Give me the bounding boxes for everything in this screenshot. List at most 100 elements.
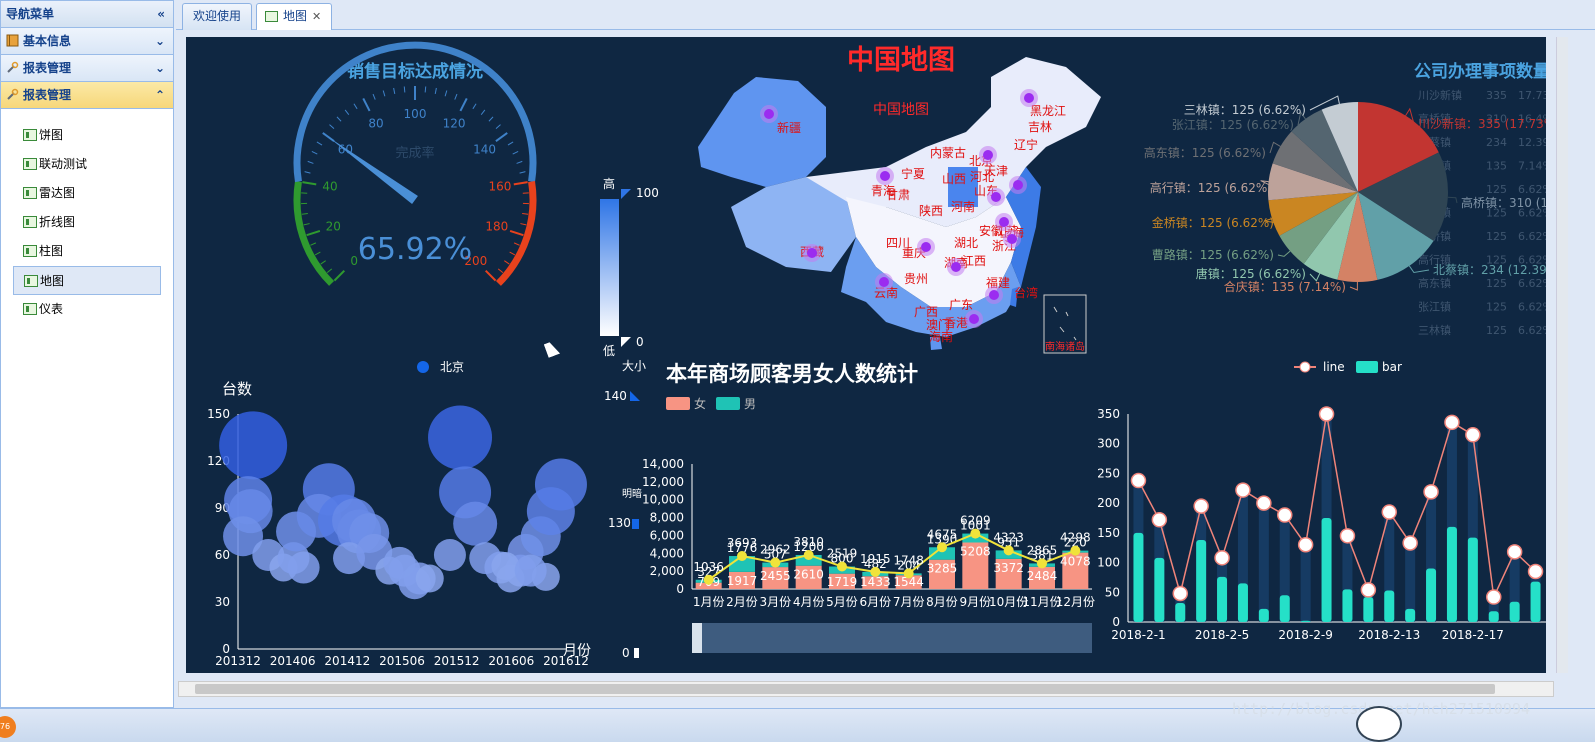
data-bar[interactable] [1446, 526, 1457, 622]
line-point[interactable] [1151, 512, 1168, 528]
line-point[interactable] [1465, 427, 1481, 443]
bubble-point[interactable] [287, 551, 320, 584]
data-bar[interactable] [1154, 557, 1165, 622]
data-bar[interactable] [1279, 595, 1290, 622]
scroll-thumb[interactable] [195, 684, 1495, 694]
visualmap-high-handle[interactable] [621, 189, 631, 199]
province-label[interactable]: 黑龙江 [1030, 104, 1066, 118]
map-marker[interactable] [764, 109, 774, 119]
province-label[interactable]: 贵州 [904, 272, 928, 286]
data-bar[interactable] [1467, 537, 1478, 622]
line-point[interactable] [1486, 589, 1502, 605]
map-marker[interactable] [1013, 180, 1023, 190]
collapse-chevron-icon[interactable]: ⌃ [155, 82, 165, 108]
data-bar[interactable] [1321, 518, 1332, 622]
size-visualmap-handle[interactable] [630, 391, 640, 401]
menu-item-bar[interactable]: 柱图 [13, 237, 161, 266]
map-visualmap-bar[interactable] [600, 199, 619, 336]
legend-label[interactable]: bar [1382, 360, 1402, 374]
province-label[interactable]: 河北 [970, 170, 994, 184]
legend-label[interactable]: 女 [694, 396, 706, 411]
total-point[interactable] [737, 551, 747, 562]
accordion-report-1[interactable]: 报表管理 ⌄ [1, 55, 173, 82]
tab-map[interactable]: 地图 ✕ [256, 3, 333, 30]
line-point[interactable] [1527, 563, 1544, 580]
province-label[interactable]: 新疆 [777, 120, 801, 135]
data-bar[interactable] [1384, 590, 1395, 622]
line-point[interactable] [1423, 484, 1439, 500]
line-point[interactable] [1339, 528, 1356, 544]
legend-marker[interactable] [417, 361, 429, 373]
bubble-point[interactable] [433, 539, 466, 571]
line-point[interactable] [1214, 550, 1230, 566]
map-marker[interactable] [999, 217, 1009, 227]
menu-item-map[interactable]: 地图 [13, 266, 161, 295]
map-marker[interactable] [880, 171, 890, 181]
accordion-report-2[interactable]: 报表管理 ⌃ [1, 82, 173, 109]
total-point[interactable] [903, 568, 914, 579]
province-label[interactable]: 宁夏 [901, 166, 925, 181]
line-point[interactable] [1360, 582, 1377, 598]
total-point[interactable] [1003, 545, 1014, 556]
line-point[interactable] [1381, 504, 1397, 520]
map-marker[interactable] [969, 314, 979, 324]
shade-visualmap-low-handle[interactable] [634, 648, 639, 658]
map-marker[interactable] [991, 192, 1001, 202]
menu-item-radar[interactable]: 雷达图 [13, 179, 161, 208]
data-bar[interactable] [1426, 568, 1437, 622]
map-marker[interactable] [879, 277, 889, 287]
total-point[interactable] [837, 561, 847, 572]
expand-chevron-icon[interactable]: ⌄ [155, 55, 165, 81]
data-bar[interactable] [1405, 608, 1416, 622]
province-label[interactable]: 台湾 [1014, 285, 1038, 300]
legend-bar-marker[interactable] [1356, 361, 1378, 373]
total-point[interactable] [970, 528, 981, 539]
data-bar[interactable] [1509, 601, 1520, 622]
menu-item-line[interactable]: 折线图 [13, 208, 161, 237]
tab-welcome[interactable]: 欢迎使用 [182, 3, 253, 30]
data-bar[interactable] [1342, 589, 1353, 622]
province-label[interactable]: 内蒙古 [930, 145, 966, 160]
data-bar[interactable] [1133, 532, 1144, 622]
collapse-sidebar-icon[interactable]: « [157, 1, 165, 27]
menu-item-linkage[interactable]: 联动测试 [13, 150, 161, 179]
province-label[interactable]: 山西 [942, 172, 966, 186]
total-point[interactable] [1037, 558, 1047, 569]
menu-item-pie[interactable]: 饼图 [13, 121, 161, 150]
bubble-point[interactable] [491, 551, 520, 580]
province-label[interactable]: 甘肃 [886, 188, 910, 202]
shade-visualmap-handle[interactable] [632, 519, 639, 529]
bubble-point[interactable] [453, 501, 498, 546]
province-label[interactable]: 海南 [929, 329, 953, 344]
total-point[interactable] [1070, 545, 1081, 556]
legend-line-dot[interactable] [1299, 361, 1311, 373]
bubble-point[interactable] [428, 405, 493, 470]
datazoom-slider[interactable] [692, 623, 1092, 653]
line-point[interactable] [1235, 482, 1251, 498]
legend-marker[interactable] [716, 397, 740, 410]
province-label[interactable]: 广东 [949, 298, 973, 312]
map-marker[interactable] [807, 248, 817, 258]
line-point[interactable] [1318, 406, 1335, 422]
total-point[interactable] [937, 542, 947, 553]
line-point[interactable] [1172, 585, 1188, 602]
legend-marker[interactable] [666, 397, 690, 410]
data-bar[interactable] [1488, 611, 1499, 622]
line-point[interactable] [1444, 414, 1460, 431]
line-point[interactable] [1193, 498, 1209, 514]
total-point[interactable] [770, 557, 781, 568]
legend-label[interactable]: 男 [744, 397, 756, 411]
line-point[interactable] [1256, 495, 1272, 511]
bubble-point[interactable] [219, 411, 288, 480]
map-marker[interactable] [983, 150, 993, 160]
accordion-basic-info[interactable]: 基本信息 ⌄ [1, 28, 173, 55]
data-bar[interactable] [1258, 608, 1269, 622]
map-marker[interactable] [921, 242, 931, 252]
data-bar[interactable] [1300, 620, 1311, 622]
map-marker[interactable] [951, 262, 961, 272]
bubble-point[interactable] [514, 554, 547, 587]
data-bar[interactable] [1237, 583, 1248, 622]
legend-label[interactable]: line [1323, 360, 1345, 374]
total-point[interactable] [870, 566, 881, 577]
datazoom-handle[interactable] [692, 623, 702, 653]
